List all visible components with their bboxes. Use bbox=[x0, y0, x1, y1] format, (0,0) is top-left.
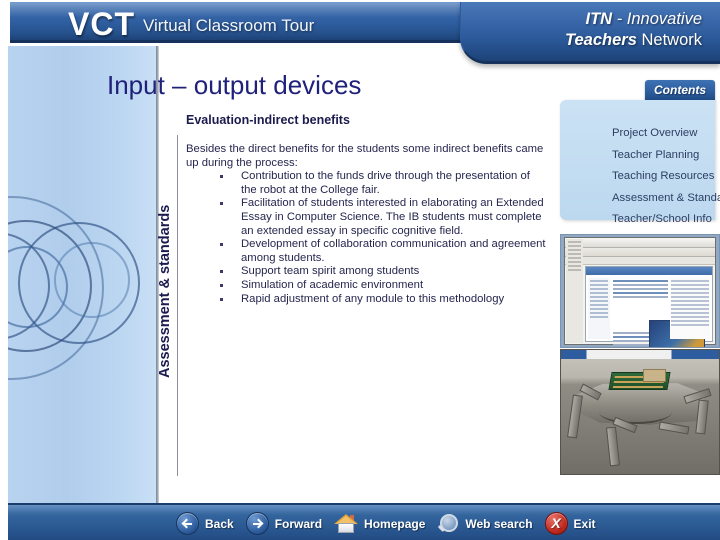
browser-menubar bbox=[565, 238, 715, 248]
close-x-icon: X bbox=[544, 512, 568, 535]
website-screenshot-thumbnail bbox=[560, 234, 720, 348]
contents-item-teacher-planning[interactable]: Teacher Planning bbox=[612, 145, 720, 167]
page-main-column bbox=[613, 278, 705, 347]
vct-logo-subtitle: Virtual Classroom Tour bbox=[143, 16, 315, 35]
web-search-button[interactable]: Web search bbox=[437, 513, 533, 534]
page-right-column bbox=[670, 278, 710, 339]
homepage-button[interactable]: Homepage bbox=[334, 514, 425, 533]
arrow-right-icon bbox=[245, 512, 269, 535]
itn-brand-line2-rest: Network bbox=[636, 31, 702, 49]
arrow-left-icon bbox=[176, 512, 199, 535]
section-heading: Evaluation-indirect benefits bbox=[186, 113, 350, 127]
exit-button[interactable]: X Exit bbox=[544, 512, 596, 535]
forward-button-label: Forward bbox=[274, 516, 323, 531]
itn-brand-line1-rest: - Innovative bbox=[612, 10, 702, 28]
bullet-list: Contribution to the funds drive through … bbox=[186, 170, 548, 306]
list-item: Contribution to the funds drive through … bbox=[186, 170, 548, 197]
magnifier-icon bbox=[437, 513, 459, 534]
contents-item-teacher-school-info[interactable]: Teacher/School Info bbox=[612, 209, 720, 231]
list-item: Support team spirit among students bbox=[186, 265, 548, 279]
house-icon bbox=[334, 514, 359, 533]
browser-addressbar bbox=[565, 257, 715, 265]
contents-list: Project Overview Teacher Planning Teachi… bbox=[572, 123, 720, 231]
contents-item-project-overview[interactable]: Project Overview bbox=[612, 123, 720, 145]
list-item: Rapid adjustment of any module to this m… bbox=[186, 293, 548, 307]
vct-logo: VCT bbox=[68, 6, 135, 42]
left-decorative-band bbox=[8, 46, 156, 503]
contents-item-assessment-standards[interactable]: Assessment & Standards bbox=[612, 188, 720, 210]
page-header-banner bbox=[586, 267, 712, 275]
homepage-button-label: Homepage bbox=[364, 516, 426, 531]
contents-item-teaching-resources[interactable]: Teaching Resources bbox=[612, 166, 720, 188]
decor-ring bbox=[54, 242, 130, 318]
contents-tab[interactable]: Contents bbox=[645, 80, 715, 101]
itn-brand-block: ITN - Innovative Teachers Network bbox=[460, 2, 720, 64]
robot-wiring bbox=[598, 400, 672, 424]
back-button[interactable]: Back bbox=[176, 512, 234, 535]
list-item: Simulation of academic environment bbox=[186, 279, 548, 293]
forward-button[interactable]: Forward bbox=[245, 512, 323, 535]
slide-canvas: VCT Virtual Classroom Tour ITN - Innovat… bbox=[0, 0, 720, 540]
content-divider-line bbox=[177, 135, 178, 476]
browser-left-strip bbox=[566, 239, 583, 343]
browser-window-mock bbox=[564, 237, 716, 347]
itn-brand-line2: Teachers Network bbox=[565, 31, 702, 50]
contents-panel: Project Overview Teacher Planning Teachi… bbox=[560, 100, 720, 225]
robot-photo-thumbnail bbox=[560, 349, 720, 475]
page-sidebar bbox=[588, 278, 610, 339]
footer-navigation: Back Forward Homepage Web search X Exit bbox=[176, 512, 608, 535]
contents-tab-label: Contents bbox=[654, 83, 706, 97]
web-search-button-label: Web search bbox=[465, 516, 533, 531]
browser-toolbar bbox=[565, 248, 715, 257]
itn-brand-line1: ITN - Innovative bbox=[586, 10, 702, 29]
robot-component bbox=[643, 368, 666, 382]
list-item: Facilitation of students interested in e… bbox=[186, 197, 548, 238]
vertical-section-label: Assessment & standards bbox=[157, 204, 173, 378]
page-title: Input – output devices bbox=[107, 70, 362, 100]
photo-top-strip bbox=[561, 350, 719, 359]
intro-paragraph: Besides the direct benefits for the stud… bbox=[186, 143, 544, 169]
list-item: Development of collaboration communicati… bbox=[186, 238, 548, 265]
itn-brand-line1-bold: ITN bbox=[585, 10, 613, 28]
body-copy: Besides the direct benefits for the stud… bbox=[186, 143, 548, 306]
exit-button-label: Exit bbox=[573, 516, 596, 531]
itn-brand-line2-bold: Teachers bbox=[565, 31, 637, 49]
back-button-label: Back bbox=[205, 516, 234, 531]
footer-bar: Back Forward Homepage Web search X Exit bbox=[8, 503, 720, 540]
browser-page-area bbox=[585, 266, 713, 347]
